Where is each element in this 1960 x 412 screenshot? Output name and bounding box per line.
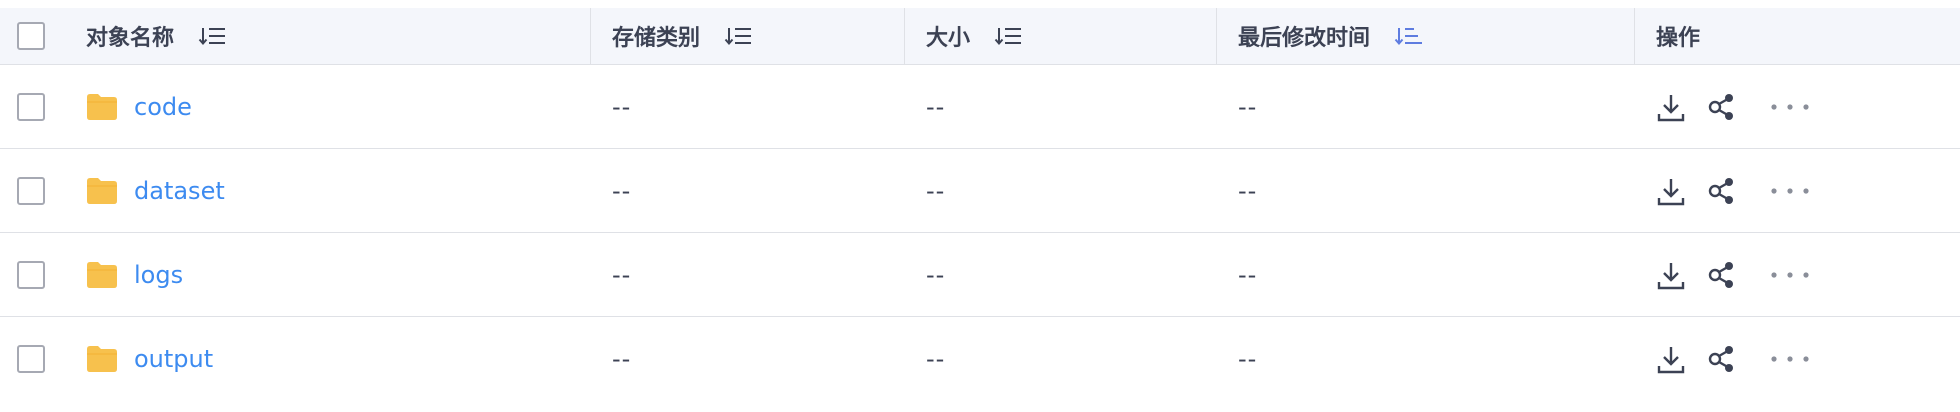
object-table: 对象名称 存储类别 大小 最后修改时间 操作 code -- -- -- dat… (0, 0, 1960, 412)
share-icon[interactable] (1706, 92, 1736, 122)
folder-icon (86, 261, 118, 289)
sort-icon-active[interactable] (1394, 24, 1424, 48)
column-divider[interactable] (904, 8, 905, 64)
table-row: code -- -- -- (0, 64, 1960, 149)
actions-cell (1656, 65, 1812, 149)
storage-class-value: -- (612, 177, 632, 205)
download-icon[interactable] (1656, 260, 1686, 290)
sort-icon[interactable] (198, 24, 228, 48)
folder-icon (86, 177, 118, 205)
table-row: output -- -- -- (0, 316, 1960, 401)
table-row: logs -- -- -- (0, 232, 1960, 317)
folder-icon (86, 345, 118, 373)
actions-cell (1656, 317, 1812, 401)
object-name-link[interactable]: logs (134, 261, 183, 289)
size-cell: -- (926, 149, 945, 233)
sort-icon[interactable] (724, 24, 754, 48)
download-icon[interactable] (1656, 92, 1686, 122)
download-icon[interactable] (1656, 344, 1686, 374)
storage-class-cell: -- (612, 65, 631, 149)
object-name-link[interactable]: code (134, 93, 192, 121)
object-name-link[interactable]: dataset (134, 177, 225, 205)
column-header-name[interactable]: 对象名称 (86, 8, 228, 64)
modified-value: -- (1238, 345, 1258, 373)
modified-value: -- (1238, 93, 1258, 121)
share-icon[interactable] (1706, 344, 1736, 374)
column-header-actions-label: 操作 (1656, 26, 1701, 51)
column-header-modified[interactable]: 最后修改时间 (1238, 8, 1424, 64)
modified-cell: -- (1238, 233, 1257, 317)
column-header-name-label: 对象名称 (86, 26, 175, 51)
column-header-storage-class[interactable]: 存储类别 (612, 8, 754, 64)
row-checkbox[interactable] (17, 177, 45, 205)
size-cell: -- (926, 317, 945, 401)
storage-class-value: -- (612, 345, 632, 373)
column-header-storage-class-label: 存储类别 (612, 26, 701, 51)
modified-value: -- (1238, 261, 1258, 289)
share-icon[interactable] (1706, 260, 1736, 290)
object-name-link[interactable]: output (134, 345, 213, 373)
column-header-size-label: 大小 (926, 26, 971, 51)
sort-icon[interactable] (994, 24, 1024, 48)
actions-cell (1656, 233, 1812, 317)
more-icon[interactable] (1768, 92, 1812, 122)
storage-class-cell: -- (612, 317, 631, 401)
size-value: -- (926, 177, 946, 205)
modified-cell: -- (1238, 317, 1257, 401)
modified-value: -- (1238, 177, 1258, 205)
object-name-cell: dataset (86, 149, 225, 233)
storage-class-value: -- (612, 93, 632, 121)
share-icon[interactable] (1706, 176, 1736, 206)
size-cell: -- (926, 233, 945, 317)
download-icon[interactable] (1656, 176, 1686, 206)
object-name-cell: code (86, 65, 192, 149)
column-divider[interactable] (1216, 8, 1217, 64)
column-divider[interactable] (590, 8, 591, 64)
object-name-cell: logs (86, 233, 183, 317)
modified-cell: -- (1238, 65, 1257, 149)
storage-class-cell: -- (612, 149, 631, 233)
object-name-cell: output (86, 317, 213, 401)
storage-class-value: -- (612, 261, 632, 289)
more-icon[interactable] (1768, 176, 1812, 206)
size-value: -- (926, 345, 946, 373)
select-all-checkbox[interactable] (17, 22, 45, 50)
column-header-modified-label: 最后修改时间 (1238, 26, 1371, 51)
actions-cell (1656, 149, 1812, 233)
more-icon[interactable] (1768, 344, 1812, 374)
size-value: -- (926, 261, 946, 289)
row-checkbox[interactable] (17, 345, 45, 373)
storage-class-cell: -- (612, 233, 631, 317)
column-divider[interactable] (1634, 8, 1635, 64)
table-header: 对象名称 存储类别 大小 最后修改时间 操作 (0, 8, 1960, 64)
column-header-size[interactable]: 大小 (926, 8, 1024, 64)
row-checkbox[interactable] (17, 93, 45, 121)
folder-icon (86, 93, 118, 121)
table-row: dataset -- -- -- (0, 148, 1960, 233)
size-cell: -- (926, 65, 945, 149)
more-icon[interactable] (1768, 260, 1812, 290)
size-value: -- (926, 93, 946, 121)
modified-cell: -- (1238, 149, 1257, 233)
row-checkbox[interactable] (17, 261, 45, 289)
column-header-actions: 操作 (1656, 8, 1700, 64)
